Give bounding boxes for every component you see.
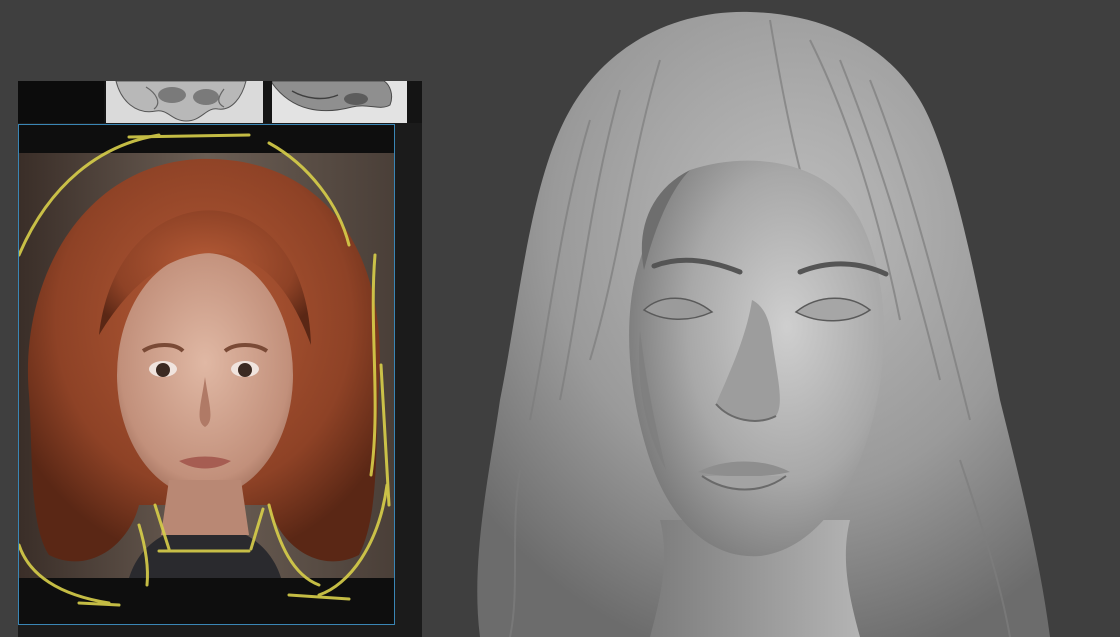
portrait-photo-icon <box>19 125 394 624</box>
reference-thumbnail-strip <box>18 81 422 123</box>
face-sculpt-icon <box>272 81 407 123</box>
reference-thumbnail-skull[interactable] <box>106 81 263 123</box>
skull-sculpt-icon <box>106 81 263 123</box>
reference-photo[interactable] <box>18 124 395 625</box>
reference-thumbnail-face[interactable] <box>272 81 407 123</box>
sculpt-viewport[interactable] <box>440 0 1120 637</box>
reference-thumbnail-dark[interactable] <box>18 81 104 123</box>
clay-head-sculpt-icon <box>477 11 1051 637</box>
reference-board[interactable] <box>18 81 422 637</box>
